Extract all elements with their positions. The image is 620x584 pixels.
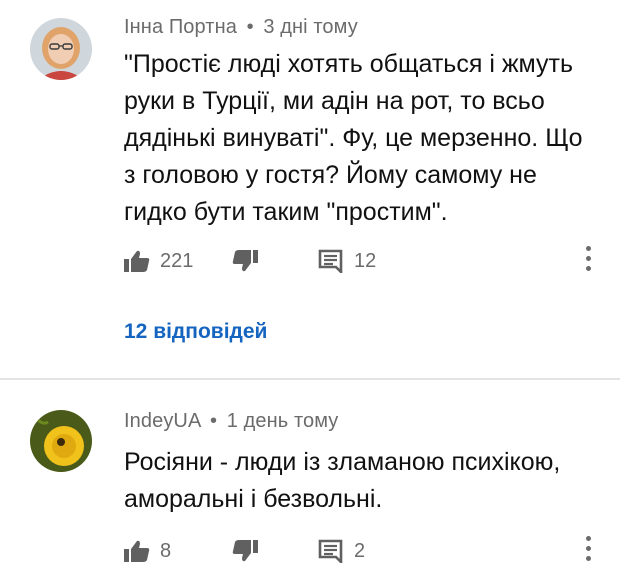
like-button[interactable]: 8 [124, 534, 171, 568]
comment-text: Росіяни - люди із зламаною психікою, амо… [124, 448, 561, 513]
meta-separator: • [209, 410, 218, 432]
reply-comment-icon [318, 539, 343, 563]
avatar[interactable] [30, 410, 92, 472]
dandelion-avatar-icon [30, 410, 92, 472]
comment-meta: Інна Портна • 3 дні тому [124, 16, 358, 39]
like-count: 8 [160, 539, 172, 562]
comment-author[interactable]: IndeyUA [124, 410, 200, 432]
reply-count: 12 [354, 249, 377, 272]
comment-time: 1 день тому [226, 410, 339, 432]
like-count: 221 [160, 249, 194, 272]
dislike-button[interactable] [232, 534, 258, 568]
person-avatar-icon [30, 18, 92, 80]
thumbs-down-icon [232, 250, 258, 272]
comment-author[interactable]: Інна Портна [124, 16, 237, 38]
comment-time: 3 дні тому [263, 16, 358, 38]
meta-separator: • [246, 16, 254, 38]
reply-count: 2 [354, 539, 366, 562]
comment-item: IndeyUA • 1 день тому Росіяни - люди із … [0, 386, 620, 584]
view-replies-link[interactable]: 12 відповідей [124, 320, 267, 344]
thumbs-up-icon [124, 540, 150, 562]
comment-item: Інна Портна • 3 дні тому "Простіє люді х… [0, 0, 620, 378]
divider [0, 378, 620, 380]
comment-meta: IndeyUA • 1 день тому [124, 410, 338, 433]
thumbs-up-icon [124, 250, 150, 272]
reply-button[interactable]: 2 [318, 534, 365, 568]
more-vert-icon[interactable] [580, 246, 596, 276]
dislike-button[interactable] [232, 244, 258, 278]
avatar[interactable] [30, 18, 92, 80]
reply-button[interactable]: 12 [318, 244, 376, 278]
comment-actions: 221 12 [124, 244, 604, 278]
thumbs-down-icon [232, 540, 258, 562]
more-vert-icon[interactable] [580, 536, 596, 566]
comment-actions: 8 2 [124, 534, 604, 568]
like-button[interactable]: 221 [124, 244, 193, 278]
comment-text: "Простіє люді хотять общаться і жмуть ру… [124, 50, 583, 226]
reply-comment-icon [318, 249, 343, 273]
